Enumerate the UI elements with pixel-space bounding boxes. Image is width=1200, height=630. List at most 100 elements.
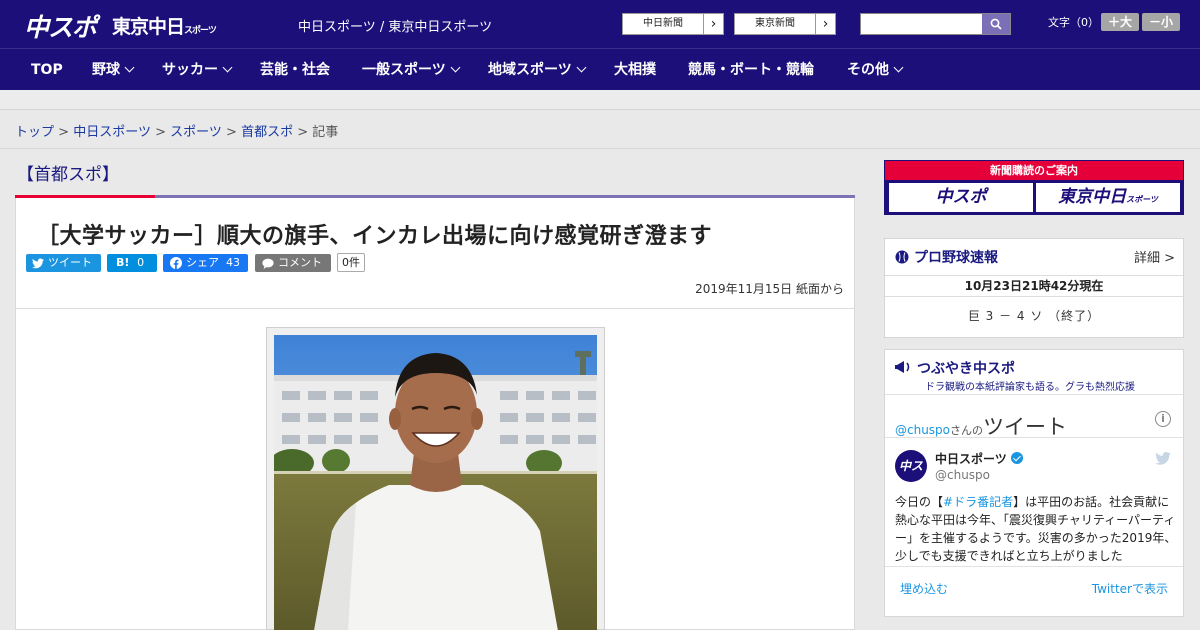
subscribe-tokyo-chunichi-label: 東京中日 [1058, 187, 1127, 207]
twitter-box: つぶやき中スポ ドラ観戦の本紙評論家も語る。グラも熱烈応援 @chuspoさんの… [884, 349, 1184, 617]
facebook-icon [170, 257, 182, 269]
tweet-author-name[interactable]: 中日スポーツ [935, 450, 1023, 467]
embed-link[interactable]: 埋め込む [900, 580, 948, 597]
nav-item-top[interactable]: TOP [31, 49, 63, 91]
search-input[interactable] [861, 14, 983, 34]
chunichi-shimbun-button[interactable]: 中日新聞 › [622, 13, 724, 35]
comment-bubble-icon [262, 258, 274, 269]
timeline-heading: @chuspoさんのツイート [895, 411, 1067, 441]
breadcrumb-separator: > [297, 125, 309, 140]
nav-item-label: TOP [31, 62, 63, 78]
chunichi-shimbun-label: 中日新聞 [643, 18, 683, 29]
tweet-author-name-text: 中日スポーツ [935, 452, 1007, 466]
verified-badge-icon [1010, 452, 1023, 464]
twitter-timeline-header: @chuspoさんのツイート i [885, 394, 1183, 441]
tokyo-shimbun-button[interactable]: 東京新聞 › [734, 13, 836, 35]
facebook-share-count: 43 [226, 256, 240, 269]
nav-item-label: 芸能・社会 [260, 62, 330, 78]
font-smaller-button[interactable]: －小 [1142, 13, 1180, 31]
nav-item-label: 野球 [92, 62, 120, 78]
breadcrumb-link-sports[interactable]: スポーツ [170, 125, 222, 140]
tweet-author-handle[interactable]: @chuspo [935, 468, 990, 482]
tokyo-chunichi-logo[interactable]: 東京中日スポーツ [112, 12, 217, 39]
nav-item-soccer[interactable]: サッカー [162, 49, 233, 91]
tweet-hashtag[interactable]: #ドラ番記者 [943, 495, 1013, 509]
nav-item-entertainment[interactable]: 芸能・社会 [260, 49, 330, 91]
player-photo [274, 335, 597, 630]
search-icon [990, 18, 1002, 30]
subscribe-tokyo-chunichi-small: スポーツ [1126, 195, 1158, 204]
view-on-twitter-link[interactable]: Twitterで表示 [1092, 580, 1168, 597]
nav-item-label: 地域スポーツ [488, 62, 572, 78]
tokyo-chunichi-logo-text: 東京中日 [112, 16, 185, 38]
baseball-scores-title: プロ野球速報 [895, 247, 998, 267]
breadcrumb-link-shuto-spo[interactable]: 首都スポ [241, 125, 293, 140]
nav-item-label: 大相撲 [614, 62, 656, 78]
facebook-share-label: シェア [186, 256, 219, 269]
chevron-right-icon: › [815, 14, 835, 34]
subscription-title: 新聞購読のご案内 [885, 161, 1183, 180]
nav-item-label: 一般スポーツ [362, 62, 446, 78]
main-nav: TOP 野球 サッカー 芸能・社会 一般スポーツ 地域スポーツ 大相撲 競馬・ボ… [0, 48, 1200, 90]
timeline-handle[interactable]: @chuspo [895, 423, 950, 437]
chevron-down-icon [893, 62, 904, 73]
search-button[interactable] [982, 14, 1010, 34]
search-box [860, 13, 1011, 35]
breadcrumb: トップ > 中日スポーツ > スポーツ > 首都スポ > 記事 [15, 121, 338, 140]
nav-item-label: サッカー [162, 62, 218, 78]
timeline-heading-text: ツイート [983, 415, 1068, 439]
score-timestamp: 10月23日21時42分現在 [885, 275, 1183, 297]
baseball-icon [895, 250, 909, 264]
comment-label: コメント [278, 256, 322, 269]
info-icon[interactable]: i [1155, 411, 1171, 427]
chevron-down-icon [222, 62, 233, 73]
header-spacer [0, 90, 1200, 110]
baseball-scores-title-text: プロ野球速報 [914, 250, 998, 266]
twitter-box-title-text: つぶやき中スポ [917, 361, 1015, 377]
tweet-button[interactable]: ツイート [26, 254, 101, 272]
twitter-box-title: つぶやき中スポ [895, 358, 1015, 378]
subscribe-chuspo-button[interactable]: 中スポ [889, 183, 1033, 212]
article-card: ［大学サッカー］順大の旗手、インカレ出場に向け感覚研ぎ澄ます ツイート B! 0… [15, 198, 855, 630]
article-photo-frame [266, 327, 605, 630]
baseball-scores-box: プロ野球速報 詳細 > 10月23日21時42分現在 巨 3 － 4 ソ （終了… [884, 238, 1184, 338]
avatar[interactable]: 中スポ [895, 450, 927, 482]
subscription-banner[interactable]: 新聞購読のご案内 中スポ 東京中日スポーツ [884, 160, 1184, 215]
subscribe-tokyo-chunichi-button[interactable]: 東京中日スポーツ [1036, 183, 1180, 212]
nav-item-sumo[interactable]: 大相撲 [614, 49, 656, 91]
site-title-link[interactable]: 中日スポーツ / 東京中日スポーツ [298, 16, 492, 35]
game-score[interactable]: 巨 3 － 4 ソ （終了） [885, 307, 1183, 324]
twitter-bird-icon [32, 258, 44, 269]
chevron-down-icon [124, 62, 135, 73]
comment-count: 0件 [337, 253, 365, 272]
divider [0, 148, 1200, 149]
twitter-box-subtitle: ドラ観戦の本紙評論家も語る。グラも熱烈応援 [925, 382, 1135, 393]
tweet-label: ツイート [48, 256, 92, 269]
breadcrumb-current: 記事 [312, 125, 339, 140]
nav-item-local-sports[interactable]: 地域スポーツ [488, 49, 587, 91]
twitter-timeline-footer: 埋め込む Twitterで表示 [885, 566, 1183, 608]
nav-item-racing[interactable]: 競馬・ボート・競輪 [688, 49, 814, 91]
breadcrumb-link-top[interactable]: トップ [15, 125, 54, 140]
nav-item-general-sports[interactable]: 一般スポーツ [362, 49, 461, 91]
chevron-right-icon: › [703, 14, 723, 34]
nav-item-baseball[interactable]: 野球 [92, 49, 135, 91]
nav-item-others[interactable]: その他 [847, 49, 904, 91]
facebook-share-button[interactable]: シェア 43 [163, 254, 248, 272]
breadcrumb-link-chunichi-sports[interactable]: 中日スポーツ [73, 125, 151, 140]
chuspo-logo[interactable]: 中スポ [24, 8, 97, 44]
tweet-text: 今日の【#ドラ番記者】は平田のお話。社会貢献に熱心な平田は今年、「震災復興チャリ… [895, 493, 1177, 565]
top-header: 中スポ 東京中日スポーツ 中日スポーツ / 東京中日スポーツ 中日新聞 › 東京… [0, 0, 1200, 48]
font-larger-button[interactable]: ＋大 [1101, 13, 1139, 31]
comment-button[interactable]: コメント [255, 254, 331, 272]
hatena-icon: B! [116, 256, 130, 269]
twitter-bird-icon[interactable] [1155, 450, 1171, 469]
baseball-detail-link[interactable]: 詳細 > [1134, 247, 1175, 266]
breadcrumb-separator: > [155, 125, 166, 140]
nav-item-label: その他 [847, 62, 889, 78]
article-photo[interactable] [274, 335, 597, 630]
breadcrumb-separator: > [226, 125, 237, 140]
hatena-bookmark-button[interactable]: B! 0 [107, 254, 157, 272]
nav-item-label: 競馬・ボート・競輪 [688, 62, 814, 78]
tokyo-shimbun-label: 東京新聞 [755, 18, 795, 29]
